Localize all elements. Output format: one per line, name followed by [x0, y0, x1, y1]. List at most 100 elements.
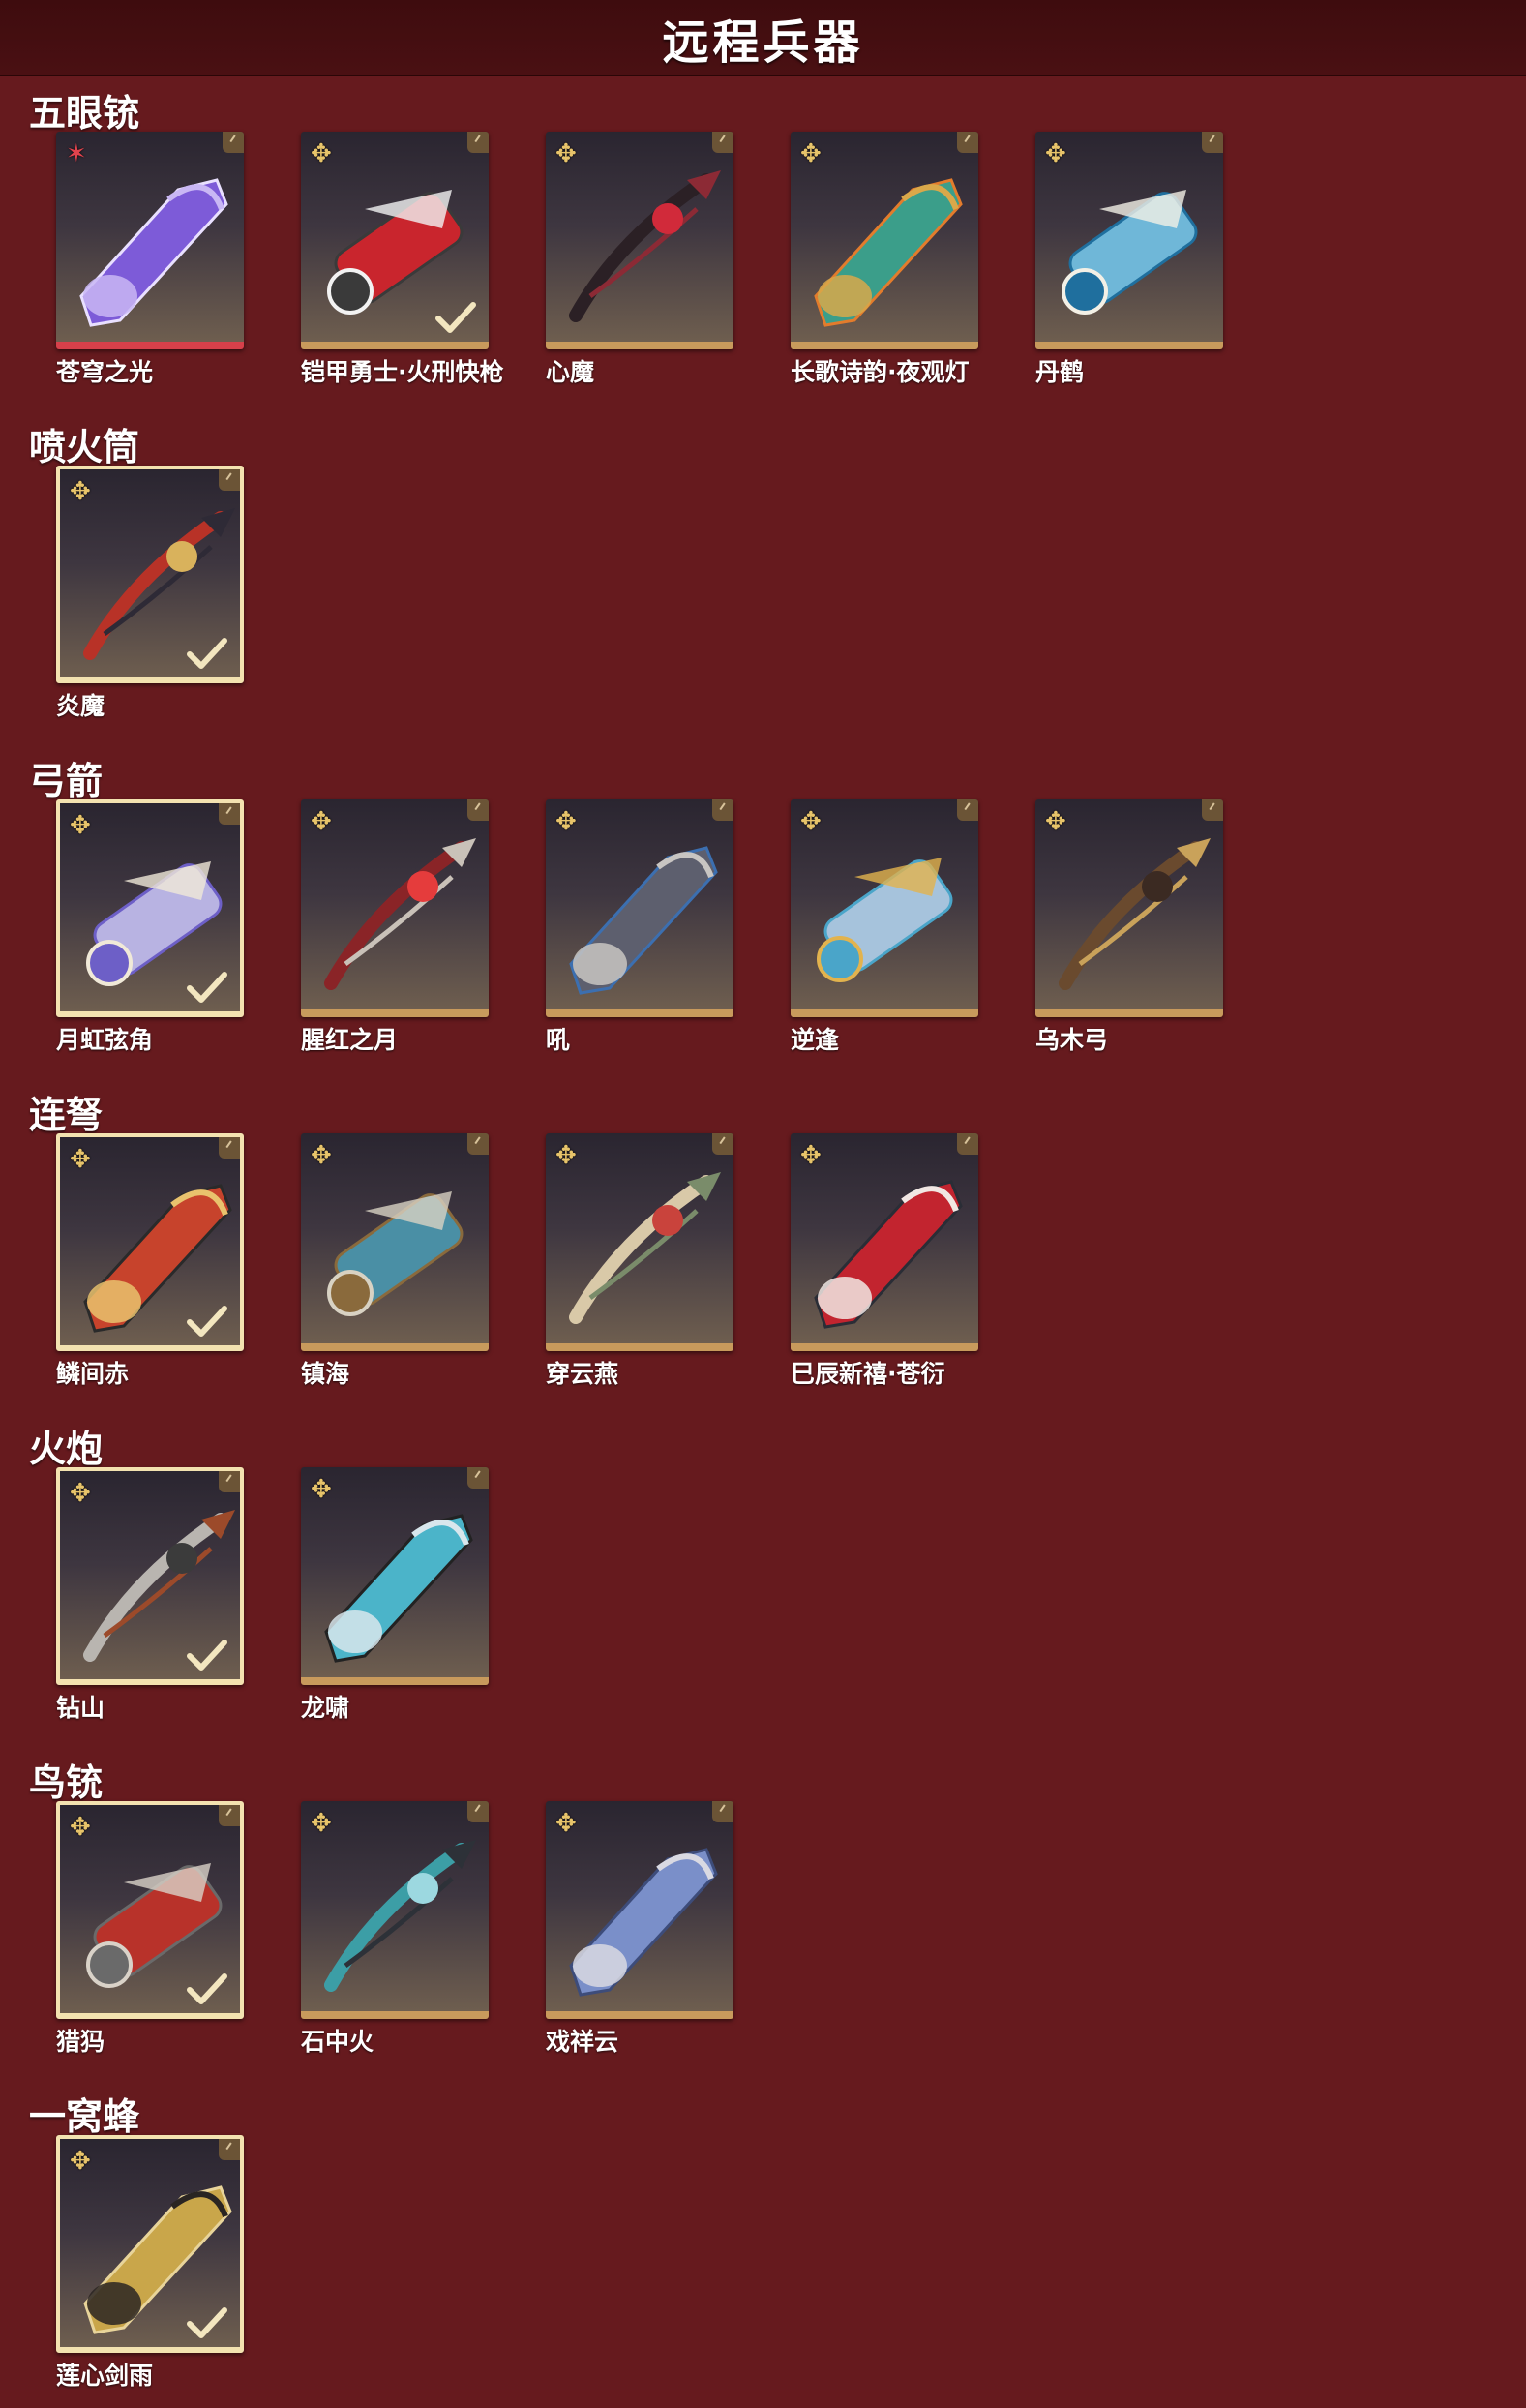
corner-tab-icon [1202, 799, 1223, 821]
weapon-name: 丹鹤 [1035, 358, 1085, 386]
weapon-name: 铠甲勇士·火刑快枪 [301, 358, 504, 386]
weapon-name: 猎犸 [56, 2028, 105, 2056]
weapon-item[interactable]: ✥ 穿云燕 [546, 1133, 737, 1388]
gold-star-icon: ✥ [800, 139, 822, 168]
page-title: 远程兵器 [662, 15, 864, 70]
weapon-card[interactable]: ✥ [791, 799, 978, 1017]
weapon-card[interactable]: ✥ [791, 1133, 978, 1351]
weapon-card[interactable]: ✥ [56, 1133, 244, 1351]
weapon-item[interactable]: ✥ 镇海 [301, 1133, 493, 1388]
corner-tab-icon [467, 1467, 489, 1489]
weapon-art [1059, 838, 1211, 990]
weapon-item[interactable]: ✥ 巳辰新禧·苍衍 [791, 1133, 982, 1388]
weapon-card[interactable]: ✥ [56, 799, 244, 1017]
weapon-art [324, 838, 476, 990]
weapon-name: 心魔 [546, 358, 595, 386]
gold-star-icon: ✥ [800, 807, 822, 836]
weapon-card[interactable]: ✥ [56, 466, 244, 683]
weapon-item[interactable]: ✥ 乌木弓 [1035, 799, 1227, 1054]
weapon-card[interactable]: ✥ [301, 1133, 489, 1351]
weapon-card[interactable]: ✥ [301, 799, 489, 1017]
check-icon [187, 1640, 227, 1671]
weapon-name: 腥红之月 [301, 1026, 399, 1054]
weapon-name: 穿云燕 [546, 1360, 619, 1388]
weapon-card[interactable]: ✥ [56, 1467, 244, 1685]
corner-tab-icon [712, 132, 733, 153]
weapon-item[interactable]: ✥ 月虹弦角 [56, 799, 248, 1054]
weapon-name: 莲心剑雨 [56, 2362, 154, 2390]
corner-tab-icon [219, 1805, 240, 1826]
weapon-item[interactable]: ✥ 长歌诗韵·夜观灯 [791, 132, 982, 386]
corner-tab-icon [712, 1133, 733, 1155]
corner-tab-icon [467, 799, 489, 821]
weapon-card[interactable]: ✥ [56, 2135, 244, 2353]
weapon-collection-page: 远程兵器 五眼铳 ✶ 苍穹之光 ✥ 铠甲勇士·火刑快枪 ✥ 心魔 ✥ 长歌诗韵·夜观灯… [0, 0, 1526, 2408]
corner-tab-icon [219, 469, 240, 491]
corner-tab-icon [712, 1801, 733, 1822]
weapon-art [569, 170, 721, 322]
red-star-icon: ✶ [66, 139, 87, 168]
weapon-card[interactable]: ✥ [546, 132, 733, 349]
weapon-list: ✥ 猎犸 ✥ 石中火 ✥ 戏祥云 [56, 1801, 1508, 2056]
weapon-item[interactable]: ✥ 腥红之月 [301, 799, 493, 1054]
weapon-item[interactable]: ✥ 鳞间赤 [56, 1133, 248, 1388]
weapon-item[interactable]: ✥ 铠甲勇士·火刑快枪 [301, 132, 504, 386]
corner-tab-icon [712, 799, 733, 821]
check-icon [187, 972, 227, 1003]
weapon-item[interactable]: ✥ 心魔 [546, 132, 737, 386]
weapon-item[interactable]: ✥ 吼 [546, 799, 737, 1054]
weapon-art [79, 178, 228, 327]
section-title: 连弩 [29, 1094, 104, 1136]
weapon-card[interactable]: ✥ [546, 1133, 733, 1351]
section-title: 五眼铳 [29, 92, 140, 135]
weapon-item[interactable]: ✥ 丹鹤 [1035, 132, 1227, 386]
weapon-card[interactable]: ✥ [791, 132, 978, 349]
section-title: 弓箭 [29, 760, 104, 802]
section-title: 一窝蜂 [29, 2095, 140, 2138]
gold-star-icon: ✥ [70, 2147, 91, 2176]
weapon-item[interactable]: ✥ 龙啸 [301, 1467, 493, 1722]
weapon-card[interactable]: ✥ [546, 1801, 733, 2019]
weapon-name: 炎魔 [56, 692, 105, 720]
weapon-card[interactable]: ✶ [56, 132, 244, 349]
gold-star-icon: ✥ [555, 139, 577, 168]
corner-tab-icon [223, 132, 244, 153]
corner-tab-icon [467, 132, 489, 153]
section-title: 火炮 [29, 1428, 104, 1470]
gold-star-icon: ✥ [1045, 139, 1066, 168]
weapon-card[interactable]: ✥ [301, 1801, 489, 2019]
weapon-name: 苍穹之光 [56, 358, 154, 386]
weapon-list: ✥ 炎魔 [56, 466, 1508, 720]
check-icon [187, 1306, 227, 1337]
weapon-name: 吼 [546, 1026, 571, 1054]
gold-star-icon: ✥ [311, 807, 332, 836]
weapon-card[interactable]: ✥ [301, 132, 489, 349]
gold-star-icon: ✥ [311, 1141, 332, 1170]
gold-star-icon: ✥ [70, 1813, 91, 1842]
weapon-item[interactable]: ✥ 莲心剑雨 [56, 2135, 248, 2390]
gold-star-icon: ✥ [1045, 807, 1066, 836]
weapon-item[interactable]: ✥ 炎魔 [56, 466, 248, 720]
corner-tab-icon [957, 132, 978, 153]
weapon-card[interactable]: ✥ [1035, 799, 1223, 1017]
page-header: 远程兵器 [0, 0, 1526, 76]
gold-star-icon: ✥ [70, 811, 91, 840]
gold-star-icon: ✥ [311, 139, 332, 168]
weapon-card[interactable]: ✥ [1035, 132, 1223, 349]
weapon-item[interactable]: ✥ 钻山 [56, 1467, 248, 1722]
weapon-item[interactable]: ✥ 石中火 [301, 1801, 493, 2056]
weapon-card[interactable]: ✥ [301, 1467, 489, 1685]
weapon-item[interactable]: ✶ 苍穹之光 [56, 132, 248, 386]
weapon-item[interactable]: ✥ 戏祥云 [546, 1801, 737, 2056]
weapon-card[interactable]: ✥ [546, 799, 733, 1017]
weapon-card[interactable]: ✥ [56, 1801, 244, 2019]
weapon-art [569, 846, 718, 995]
weapon-item[interactable]: ✥ 猎犸 [56, 1801, 248, 2056]
check-icon [187, 1973, 227, 2004]
weapon-name: 鳞间赤 [56, 1360, 130, 1388]
corner-tab-icon [957, 799, 978, 821]
corner-tab-icon [219, 2139, 240, 2160]
weapon-item[interactable]: ✥ 逆逢 [791, 799, 982, 1054]
gold-star-icon: ✥ [800, 1141, 822, 1170]
section-title: 喷火筒 [29, 426, 140, 468]
